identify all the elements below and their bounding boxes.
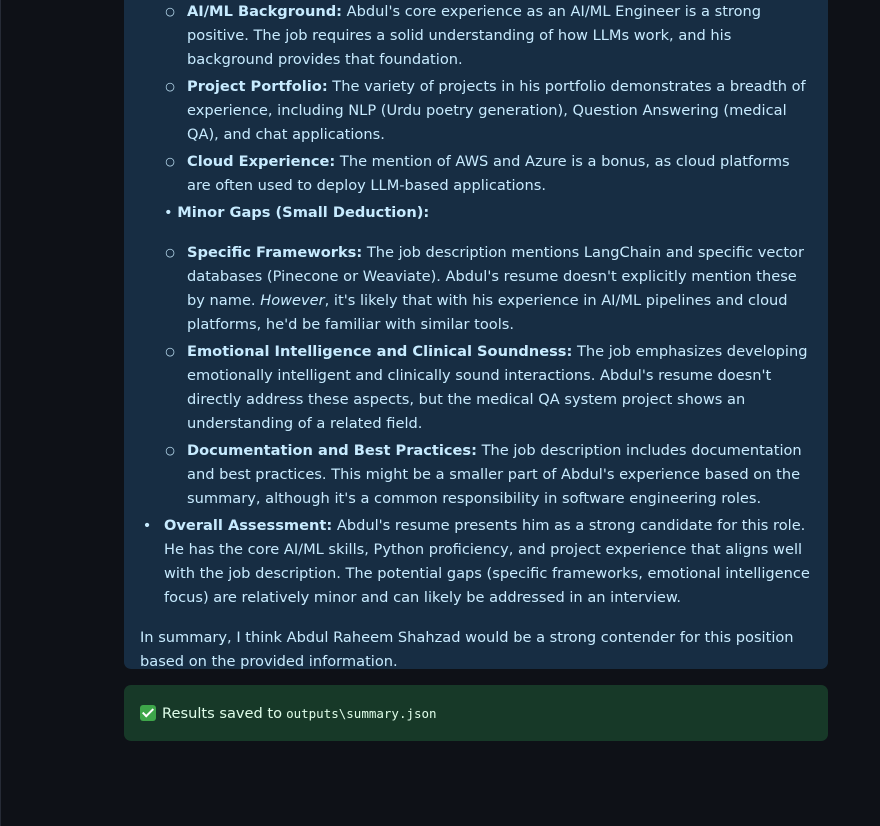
evaluation-info-card: ○ AI/ML Background: Abdul's core experie…: [124, 0, 828, 670]
evaluation-list: ○ AI/ML Background: Abdul's core experie…: [140, 0, 816, 610]
gap-item-frameworks: ○ Specific Frameworks: The job descripti…: [165, 241, 816, 337]
strength-title: AI/ML Background:: [187, 3, 343, 20]
strength-item-cloud: ○ Cloud Experience: The mention of AWS a…: [165, 150, 816, 198]
gap-title: Specific Frameworks:: [187, 244, 363, 261]
circle-bullet-icon: ○: [165, 80, 175, 93]
overall-title: Overall Assessment:: [164, 517, 333, 534]
circle-bullet-icon: ○: [165, 246, 175, 259]
disc-bullet-icon: •: [164, 204, 173, 221]
circle-bullet-icon: ○: [165, 444, 175, 457]
circle-bullet-icon: ○: [165, 155, 175, 168]
strengths-sublist: ○ AI/ML Background: Abdul's core experie…: [164, 0, 816, 198]
gap-item-documentation: ○ Documentation and Best Practices: The …: [165, 439, 816, 511]
gap-item-emotional-intelligence: ○ Emotional Intelligence and Clinical So…: [165, 340, 816, 436]
strength-item-portfolio: ○ Project Portfolio: The variety of proj…: [165, 75, 816, 147]
gaps-heading: Minor Gaps (Small Deduction):: [177, 204, 430, 221]
gap-title: Documentation and Best Practices:: [187, 442, 477, 459]
circle-bullet-icon: ○: [165, 345, 175, 358]
disc-bullet-icon: •: [142, 517, 152, 534]
success-alert: Results saved to outputs\summary.json: [124, 685, 828, 741]
overall-assessment-item: • Overall Assessment: Abdul's resume pre…: [143, 514, 816, 610]
strength-title: Project Portfolio:: [187, 78, 328, 95]
success-message: Results saved to: [162, 704, 283, 722]
gaps-sublist: ○ Specific Frameworks: The job descripti…: [164, 241, 816, 511]
gap-title: Emotional Intelligence and Clinical Soun…: [187, 343, 573, 360]
strength-title: Cloud Experience:: [187, 153, 336, 170]
check-mark-icon: [140, 705, 156, 721]
strengths-list-item: ○ AI/ML Background: Abdul's core experie…: [164, 0, 816, 198]
strength-item-ai-ml: ○ AI/ML Background: Abdul's core experie…: [165, 0, 816, 72]
output-file-path: outputs\summary.json: [286, 705, 437, 721]
gap-emphasis: However: [260, 292, 325, 309]
circle-bullet-icon: ○: [165, 5, 175, 18]
summary-paragraph: In summary, I think Abdul Raheem Shahzad…: [140, 629, 794, 670]
app-main: ○ AI/ML Background: Abdul's core experie…: [0, 0, 880, 826]
gaps-list-item: • Minor Gaps (Small Deduction): ○ Specif…: [164, 201, 816, 511]
